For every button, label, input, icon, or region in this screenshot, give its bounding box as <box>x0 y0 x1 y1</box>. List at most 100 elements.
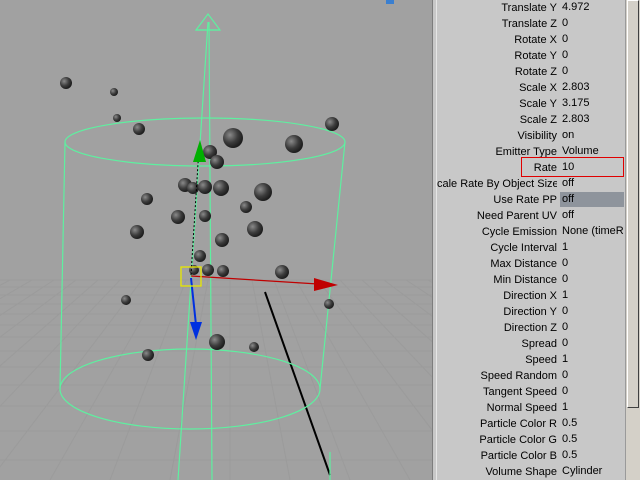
attr-row-tangent-speed[interactable]: Tangent Speed 0 <box>437 384 625 400</box>
channel-box: Translate Y 4.972 Translate Z 0 Rotate X 0 Rot… <box>437 0 625 480</box>
attr-value-field[interactable]: 0 <box>560 320 624 335</box>
attr-row-direction-z[interactable]: Direction Z0 <box>437 320 625 336</box>
attr-row-rotate-z[interactable]: Rotate Z0 <box>437 64 625 80</box>
attr-label: Direction Y <box>503 306 557 318</box>
particle <box>202 264 214 276</box>
attr-value-field[interactable]: 0 <box>560 32 624 47</box>
attr-row-rate[interactable]: Rate 10 <box>437 160 625 176</box>
attr-row-direction-x[interactable]: Direction X1 <box>437 288 625 304</box>
channel-box-scrollbar[interactable] <box>625 0 640 480</box>
attr-row-max-distance[interactable]: Max Distance 0 <box>437 256 625 272</box>
attr-label: Visibility <box>517 130 557 142</box>
attr-label: Rotate Z <box>514 66 557 78</box>
particle <box>213 180 229 196</box>
attr-label: Normal Speed <box>486 402 557 414</box>
attr-value-field[interactable]: 10 <box>560 160 624 175</box>
attr-row-normal-speed[interactable]: Normal Speed 1 <box>437 400 625 416</box>
particle <box>60 77 72 89</box>
particle <box>110 88 118 96</box>
attr-value-field[interactable]: off <box>560 208 624 223</box>
attr-value-field[interactable]: 0 <box>560 384 624 399</box>
attr-row-scale-z[interactable]: Scale Z 2.803 <box>437 112 625 128</box>
attr-row-use-rate-pp[interactable]: Use Rate PP off <box>437 192 625 208</box>
particle <box>198 180 212 194</box>
attr-row-need-parent-uv[interactable]: Need Parent UV off <box>437 208 625 224</box>
particle <box>142 349 154 361</box>
attr-row-particle-color-b[interactable]: Particle Color B 0.5 <box>437 448 625 464</box>
attr-value-field[interactable]: 0 <box>560 304 624 319</box>
attr-row-speed[interactable]: Speed 1 <box>437 352 625 368</box>
attr-label: Particle Color B <box>480 450 557 462</box>
attr-label: Use Rate PP <box>493 194 557 206</box>
particle <box>324 299 334 309</box>
attr-value-field[interactable]: 0 <box>560 272 624 287</box>
attr-row-rotate-y[interactable]: Rotate Y0 <box>437 48 625 64</box>
attr-value-field[interactable]: 2.803 <box>560 112 624 127</box>
emitter-cylinder[interactable] <box>59 13 346 480</box>
attr-row-rotate-x[interactable]: Rotate X0 <box>437 32 625 48</box>
attr-row-scale-x[interactable]: Scale X 2.803 <box>437 80 625 96</box>
attr-value-field[interactable]: 0 <box>560 64 624 79</box>
particle <box>199 210 211 222</box>
z-axis-handle[interactable] <box>190 277 197 326</box>
attr-value-field[interactable]: 3.175 <box>560 96 624 111</box>
attr-label: Rotate Y <box>514 50 557 62</box>
attr-value-field[interactable]: 2.803 <box>560 80 624 95</box>
particle <box>130 225 144 239</box>
attr-row-particle-color-g[interactable]: Particle Color G 0.5 <box>437 432 625 448</box>
attr-value-field[interactable]: 0 <box>560 16 624 31</box>
attr-label: Min Distance <box>493 274 557 286</box>
attr-row-scale-y[interactable]: Scale Y 3.175 <box>437 96 625 112</box>
attr-row-translate-y[interactable]: Translate Y 4.972 <box>437 0 625 16</box>
attr-value-field[interactable]: 4.972 <box>560 0 624 15</box>
attr-row-volume-shape[interactable]: Volume Shape Cylinder <box>437 464 625 480</box>
attr-row-particle-color-r[interactable]: Particle Color R 0.5 <box>437 416 625 432</box>
3d-viewport[interactable] <box>0 0 432 480</box>
attr-label: cale Rate By Object Size <box>437 178 557 190</box>
attr-label: Rate <box>533 162 557 174</box>
scrollbar-thumb[interactable] <box>627 0 639 408</box>
attr-value-field[interactable]: Cylinder <box>560 464 624 479</box>
attr-row-cycle-interval[interactable]: Cycle Interval 1 <box>437 240 625 256</box>
attr-row-translate-z[interactable]: Translate Z0 <box>437 16 625 32</box>
ground-grid <box>0 279 432 480</box>
attr-value-field[interactable]: 1 <box>560 352 624 367</box>
attr-label: Particle Color R <box>479 418 557 430</box>
attr-label: Speed <box>525 354 557 366</box>
attr-value-field[interactable]: 0 <box>560 368 624 383</box>
attr-value-field[interactable]: 0 <box>560 256 624 271</box>
attr-value-field[interactable]: 0.5 <box>560 416 624 431</box>
attr-value-field[interactable]: on <box>560 128 624 143</box>
particle <box>187 182 199 194</box>
attr-label: Spread <box>521 338 557 350</box>
particles <box>60 77 339 361</box>
attr-value-field[interactable]: 1 <box>560 288 624 303</box>
attr-value-field[interactable]: 0.5 <box>560 432 624 447</box>
attr-row-min-distance[interactable]: Min Distance 0 <box>437 272 625 288</box>
attr-label: Direction Z <box>503 322 557 334</box>
particle <box>210 155 224 169</box>
particle <box>113 114 121 122</box>
particle <box>325 117 339 131</box>
attr-row-direction-y[interactable]: Direction Y0 <box>437 304 625 320</box>
attr-value-field[interactable]: 0 <box>560 336 624 351</box>
attr-row-visibility[interactable]: Visibility on <box>437 128 625 144</box>
attr-row-speed-random[interactable]: Speed Random 0 <box>437 368 625 384</box>
move-manipulator[interactable] <box>180 140 338 340</box>
attr-value-field[interactable]: 1 <box>560 400 624 415</box>
attr-label: Emitter Type <box>495 146 557 158</box>
particle <box>209 334 225 350</box>
attr-value-field[interactable]: Volume <box>560 144 624 159</box>
attr-value-field[interactable]: off <box>560 176 624 191</box>
attr-value-field[interactable]: 0 <box>560 48 624 63</box>
attr-row-cycle-emission[interactable]: Cycle Emission None (timeR <box>437 224 625 240</box>
attr-row-emitter-type[interactable]: Emitter Type Volume <box>437 144 625 160</box>
particle <box>217 265 229 277</box>
attr-value-field[interactable]: off <box>560 192 624 207</box>
attr-value-field[interactable]: 0.5 <box>560 448 624 463</box>
particle <box>247 221 263 237</box>
attr-row-cale-rate-by-object-size[interactable]: cale Rate By Object Size off <box>437 176 625 192</box>
attr-value-field[interactable]: 1 <box>560 240 624 255</box>
attr-value-field[interactable]: None (timeR <box>560 224 624 239</box>
attr-row-spread[interactable]: Spread 0 <box>437 336 625 352</box>
